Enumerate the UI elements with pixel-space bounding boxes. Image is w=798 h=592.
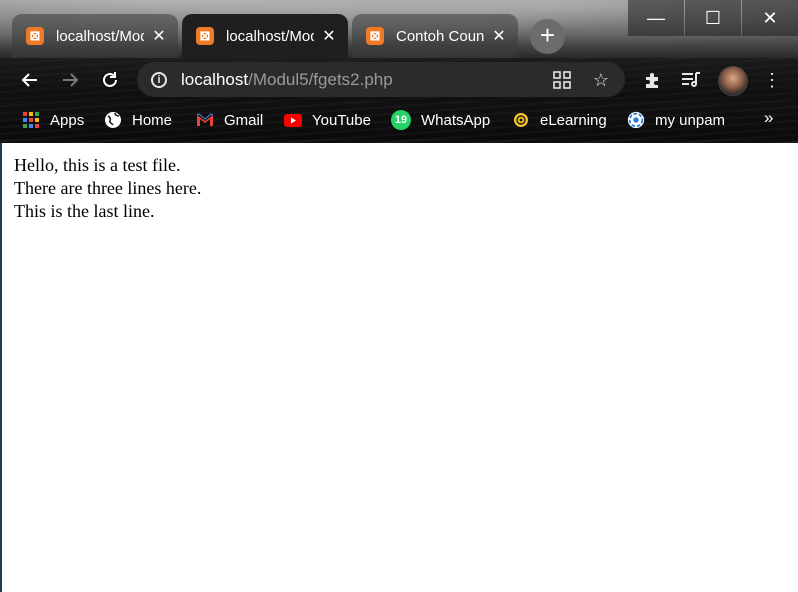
bookmark-label: Home xyxy=(132,111,173,129)
forward-arrow-icon xyxy=(63,73,79,87)
extensions-icon[interactable] xyxy=(642,70,662,90)
tab-title: localhost/Modul5/fgets2.php xyxy=(56,27,144,45)
qr-code-icon[interactable] xyxy=(552,70,572,90)
file-line-1: Hello, this is a test file. xyxy=(14,155,181,175)
back-button[interactable] xyxy=(18,68,42,92)
youtube-icon xyxy=(284,111,302,129)
bookmarks-overflow-button[interactable]: » xyxy=(764,108,773,128)
url-text[interactable]: localhost/Modul5/fgets2.php xyxy=(181,70,393,90)
gmail-icon xyxy=(196,111,214,129)
media-queue-icon[interactable] xyxy=(681,70,701,90)
bookmark-apps[interactable]: Apps xyxy=(22,108,84,132)
bookmark-home[interactable]: Home xyxy=(104,108,172,132)
back-arrow-icon xyxy=(21,73,37,87)
browser-chrome: ⊠ localhost/Modul5/fgets2.php ✕ ⊠ localh… xyxy=(0,0,798,143)
bookmark-label: WhatsApp xyxy=(421,111,491,129)
elearning-icon xyxy=(512,111,530,129)
new-tab-button[interactable]: + xyxy=(530,19,565,54)
file-line-2: There are three lines here. xyxy=(14,178,202,198)
bookmark-label: Apps xyxy=(50,111,85,129)
minimize-button[interactable]: — xyxy=(628,0,684,36)
apps-grid-icon xyxy=(22,111,40,129)
bookmark-elearning[interactable]: eLearning xyxy=(512,108,607,132)
tab-1[interactable]: ⊠ localhost/Modul5/fgets2.php ✕ xyxy=(12,14,178,58)
bookmark-whatsapp[interactable]: 19 WhatsApp xyxy=(391,108,490,132)
bookmark-label: YouTube xyxy=(312,111,371,129)
xampp-icon: ⊠ xyxy=(366,27,384,45)
close-window-button[interactable]: ✕ xyxy=(742,0,798,36)
forward-button[interactable] xyxy=(58,68,82,92)
menu-kebab-icon[interactable]: ⋮ xyxy=(762,70,782,90)
xampp-icon: ⊠ xyxy=(26,27,44,45)
info-icon[interactable]: i xyxy=(151,71,167,88)
bookmark-label: eLearning xyxy=(540,111,607,129)
xampp-icon: ⊠ xyxy=(196,27,214,45)
unpam-icon xyxy=(627,111,645,129)
profile-avatar[interactable] xyxy=(718,66,748,96)
maximize-button[interactable]: ☐ xyxy=(685,0,741,36)
bookmark-gmail[interactable]: Gmail xyxy=(196,108,263,132)
url-path: /Modul5/fgets2.php xyxy=(248,69,393,89)
close-icon[interactable]: ✕ xyxy=(150,26,168,46)
bookmark-label: Gmail xyxy=(224,111,264,129)
close-icon[interactable]: ✕ xyxy=(490,26,508,46)
file-line-3: This is the last line. xyxy=(14,201,155,221)
bookmark-my-unpam[interactable]: my unpam xyxy=(627,108,725,132)
reload-icon xyxy=(103,72,117,87)
tab-title: Contoh Counter xyxy=(396,27,484,45)
bookmark-label: my unpam xyxy=(655,111,726,129)
tab-3[interactable]: ⊠ Contoh Counter ✕ xyxy=(352,14,518,58)
reload-button[interactable] xyxy=(98,68,122,92)
globe-icon xyxy=(104,111,122,129)
close-icon[interactable]: ✕ xyxy=(320,26,338,46)
bookmark-youtube[interactable]: YouTube xyxy=(284,108,371,132)
url-host: localhost xyxy=(181,69,249,89)
page-content: Hello, this is a test file. There are th… xyxy=(0,143,798,592)
tab-title: localhost/Modul5/fgets2.php xyxy=(226,27,314,45)
bookmark-star-icon[interactable]: ☆ xyxy=(591,70,611,90)
tab-2[interactable]: ⊠ localhost/Modul5/fgets2.php ✕ xyxy=(182,14,348,58)
whatsapp-icon: 19 xyxy=(391,110,411,130)
